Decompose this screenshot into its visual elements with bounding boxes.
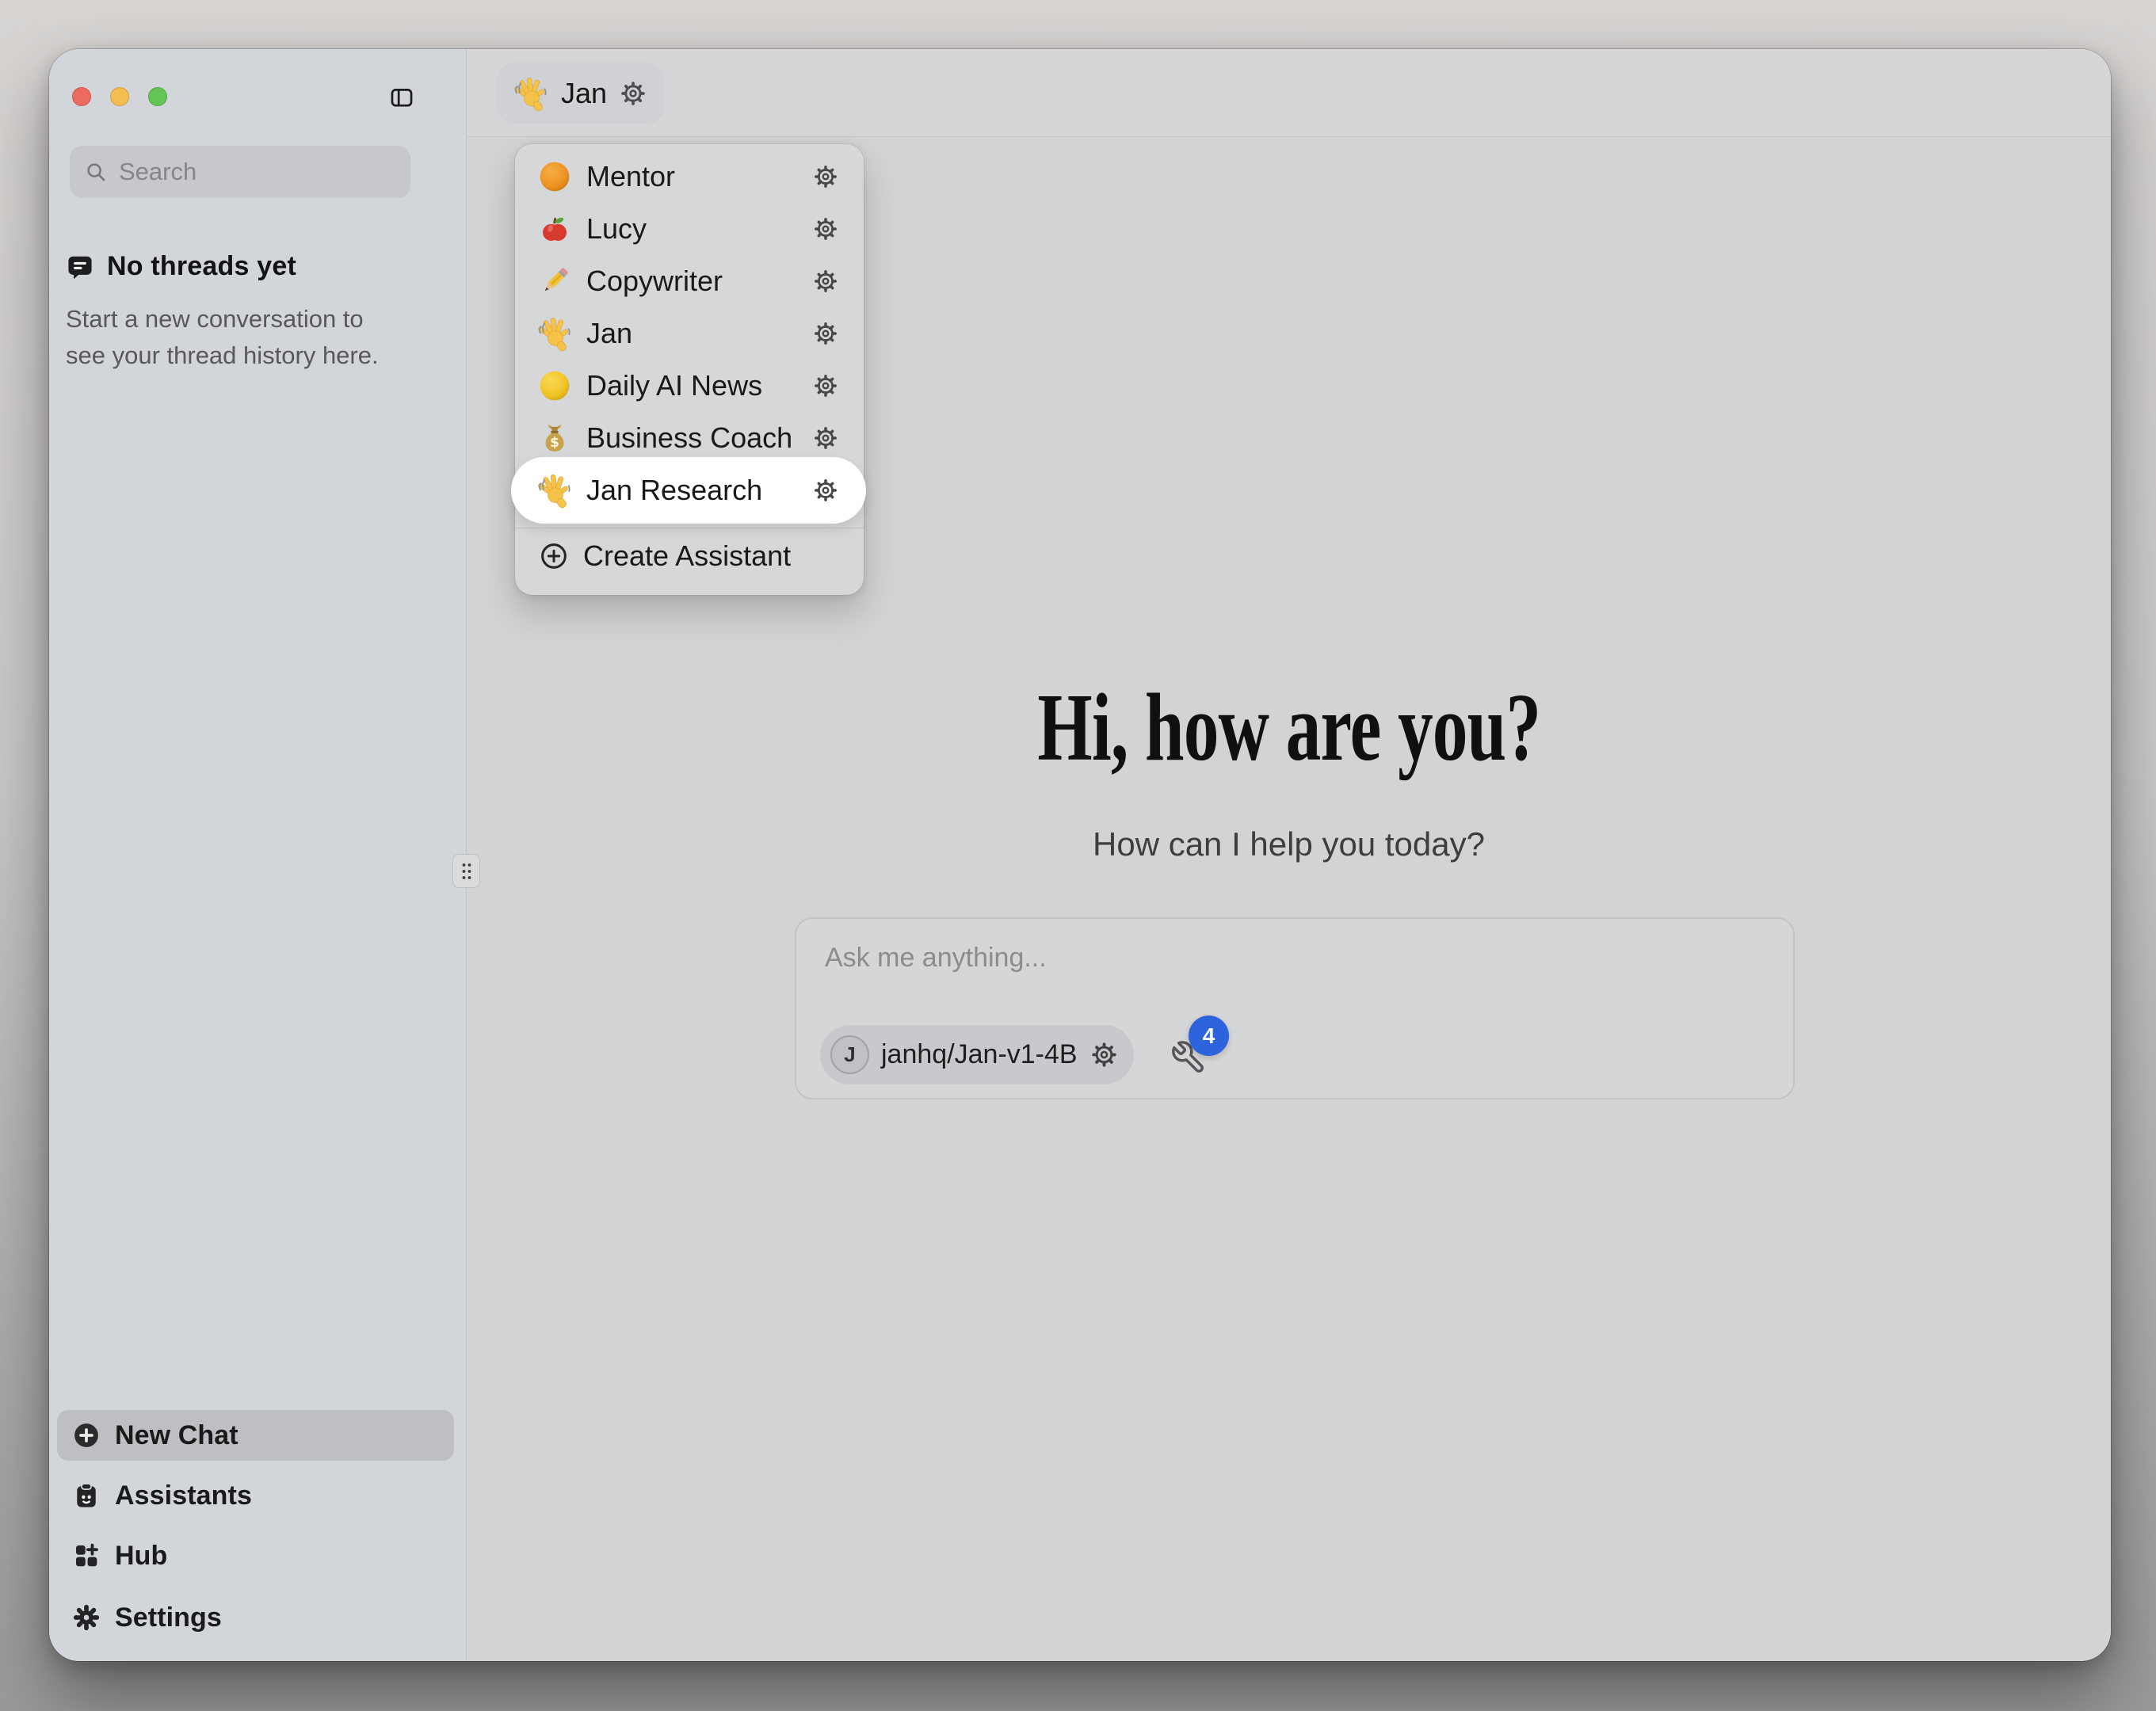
- search-box[interactable]: [70, 146, 410, 198]
- sidebar-item-label: Assistants: [115, 1480, 252, 1511]
- sidebar: No threads yet Start a new conversation …: [49, 49, 467, 1661]
- greeting-block: Hi, how are you? How can I help you toda…: [467, 680, 2111, 863]
- close-window-button[interactable]: [72, 87, 91, 106]
- gear-icon[interactable]: [812, 215, 839, 242]
- gear-icon[interactable]: [812, 320, 839, 347]
- chat-bubble-icon: [65, 252, 95, 282]
- app-window: No threads yet Start a new conversation …: [49, 49, 2111, 1661]
- assistant-dropdown-menu: Mentor Lucy Copywriter Jan Daily AI News: [515, 144, 864, 595]
- menu-item-copywriter[interactable]: Copywriter: [515, 255, 864, 307]
- menu-item-daily-ai-news[interactable]: Daily AI News: [515, 360, 864, 412]
- sidebar-item-new-chat[interactable]: New Chat: [57, 1410, 454, 1461]
- empty-state-heading: No threads yet: [107, 251, 296, 282]
- orange-circle-emoji-icon: [536, 158, 573, 195]
- empty-state-title: No threads yet: [65, 251, 296, 282]
- tools-count-badge: 4: [1189, 1016, 1229, 1056]
- search-input[interactable]: [119, 158, 396, 186]
- main-topbar: [467, 49, 2111, 137]
- wave-emoji-icon: [536, 472, 573, 509]
- greeting-title: Hi, how are you?: [467, 680, 2111, 776]
- menu-item-label: Lucy: [586, 212, 799, 246]
- menu-item-label: Jan Research: [586, 474, 799, 507]
- empty-state-description: Start a new conversation to see your thr…: [66, 301, 406, 374]
- assistant-selector[interactable]: Jan: [497, 63, 665, 124]
- sidebar-item-hub[interactable]: Hub: [57, 1530, 454, 1581]
- menu-item-label: Mentor: [586, 160, 799, 193]
- menu-item-lucy[interactable]: Lucy: [515, 203, 864, 255]
- model-settings-gear-icon[interactable]: [1089, 1040, 1119, 1069]
- hub-icon: [71, 1541, 101, 1571]
- model-selector[interactable]: J janhq/Jan-v1-4B: [820, 1025, 1134, 1084]
- model-avatar: J: [830, 1035, 869, 1074]
- menu-item-label: Daily AI News: [586, 369, 799, 402]
- sidebar-resize-handle[interactable]: [452, 854, 480, 888]
- gear-icon[interactable]: [812, 163, 839, 190]
- new-chat-plus-icon: [71, 1420, 101, 1450]
- gear-icon[interactable]: [812, 477, 839, 504]
- yellow-circle-emoji-icon: [536, 368, 573, 404]
- wave-emoji-icon: [513, 75, 549, 112]
- zoom-window-button[interactable]: [148, 87, 167, 106]
- model-name: janhq/Jan-v1-4B: [881, 1039, 1078, 1070]
- gear-icon[interactable]: [812, 425, 839, 452]
- money-bag-emoji-icon: [536, 420, 573, 456]
- menu-item-label: Business Coach: [586, 421, 799, 455]
- gear-icon[interactable]: [812, 372, 839, 399]
- sidebar-item-label: Settings: [115, 1602, 222, 1633]
- assistant-settings-gear-icon[interactable]: [619, 79, 647, 108]
- menu-item-mentor[interactable]: Mentor: [515, 151, 864, 203]
- chat-composer[interactable]: J janhq/Jan-v1-4B 4: [795, 917, 1795, 1099]
- menu-item-label: Jan: [586, 317, 799, 350]
- wave-emoji-icon: [536, 315, 573, 352]
- greeting-subtitle: How can I help you today?: [467, 825, 2111, 863]
- search-icon: [84, 160, 108, 184]
- create-assistant-button[interactable]: Create Assistant: [515, 530, 864, 582]
- pencil-emoji-icon: [536, 263, 573, 299]
- menu-item-label: Copywriter: [586, 265, 799, 298]
- plus-circle-icon: [538, 540, 570, 572]
- settings-gear-icon: [71, 1602, 101, 1633]
- sidebar-item-label: Hub: [115, 1541, 167, 1572]
- sidebar-toggle-icon[interactable]: [388, 84, 415, 111]
- window-controls: [72, 87, 167, 106]
- menu-item-jan[interactable]: Jan: [515, 307, 864, 360]
- sidebar-item-settings[interactable]: Settings: [57, 1592, 454, 1643]
- chat-input[interactable]: [825, 943, 1760, 990]
- tools-button[interactable]: 4: [1167, 1014, 1254, 1087]
- create-assistant-label: Create Assistant: [583, 539, 791, 573]
- sidebar-item-assistants[interactable]: Assistants: [57, 1470, 454, 1521]
- assistant-selector-label: Jan: [561, 77, 607, 110]
- minimize-window-button[interactable]: [110, 87, 129, 106]
- grip-dots-icon: [458, 860, 475, 882]
- sidebar-item-label: New Chat: [115, 1420, 238, 1451]
- assistants-icon: [71, 1480, 101, 1511]
- gear-icon[interactable]: [812, 268, 839, 295]
- apple-emoji-icon: [536, 211, 573, 247]
- menu-item-jan-research-selected[interactable]: Jan Research: [515, 464, 864, 516]
- main-area: Jan Mentor Lucy Copywriter Jan: [467, 49, 2111, 1661]
